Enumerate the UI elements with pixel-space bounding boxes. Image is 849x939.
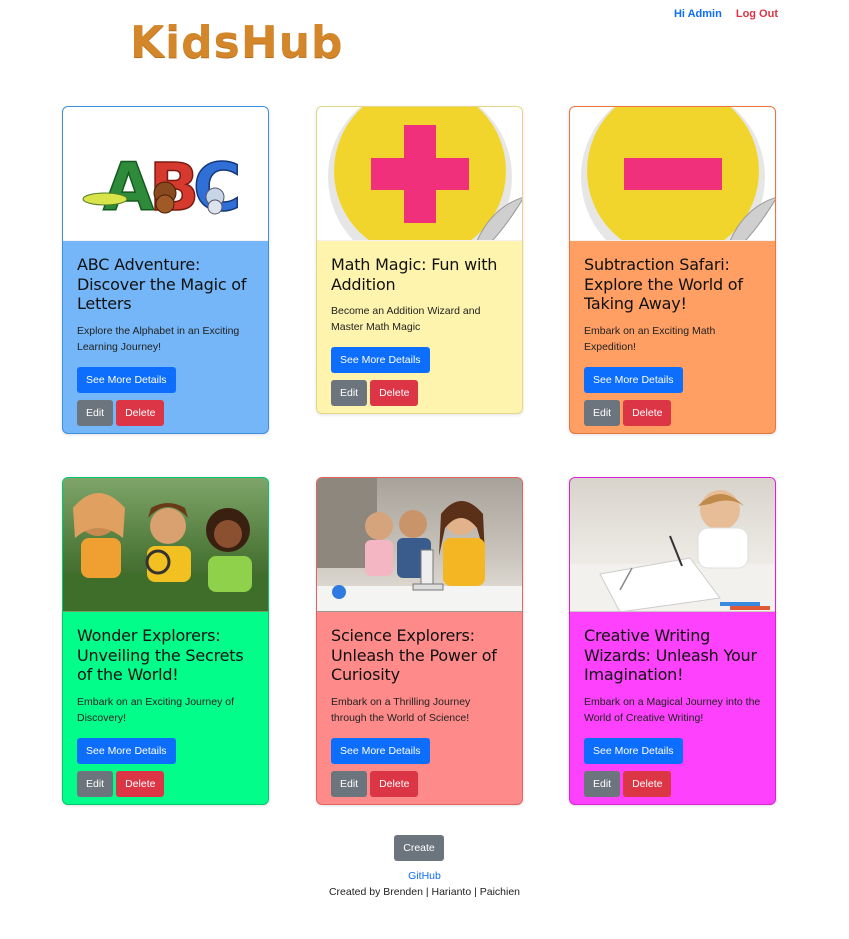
course-card: Subtraction Safari: Explore the World of… bbox=[569, 106, 776, 434]
card-description: Embark on a Magical Journey into the Wor… bbox=[584, 695, 761, 724]
card-description: Embark on an Exciting Math Expedition! bbox=[584, 324, 716, 353]
card-title: Math Magic: Fun with Addition bbox=[331, 255, 498, 294]
see-more-details-button[interactable]: See More Details bbox=[584, 737, 683, 764]
delete-button[interactable]: Delete bbox=[370, 770, 419, 797]
card-title: ABC Adventure: Discover the Magic of Let… bbox=[77, 255, 247, 313]
course-card: Science Explorers: Unleash the Power of … bbox=[316, 477, 523, 805]
abc-letters-image: A B C bbox=[63, 107, 268, 241]
card-description: Embark on a Thrilling Journey through th… bbox=[331, 695, 471, 724]
card-title: Subtraction Safari: Explore the World of… bbox=[584, 255, 743, 313]
edit-button[interactable]: Edit bbox=[331, 380, 368, 406]
card-description: Embark on an Exciting Journey of Discove… bbox=[77, 695, 234, 724]
child-drawing-photo bbox=[570, 478, 775, 612]
credits-text: Created by Brenden | Harianto | Paichien bbox=[328, 886, 521, 898]
minus-sticker-image bbox=[570, 107, 775, 241]
see-more-details-button[interactable]: See More Details bbox=[331, 737, 430, 764]
admin-greeting-link[interactable]: Hi Admin bbox=[674, 8, 722, 20]
delete-button[interactable]: Delete bbox=[623, 399, 672, 426]
edit-button[interactable]: Edit bbox=[584, 399, 621, 426]
card-description: Become an Addition Wizard and Master Mat… bbox=[331, 305, 481, 333]
edit-button[interactable]: Edit bbox=[77, 770, 114, 797]
children-microscope-photo bbox=[317, 478, 522, 612]
kidshub-logo[interactable]: KidsHub bbox=[130, 18, 344, 68]
course-card: Creative Writing Wizards: Unleash Your I… bbox=[569, 477, 776, 805]
delete-button[interactable]: Delete bbox=[623, 770, 672, 797]
card-title: Creative Writing Wizards: Unleash Your I… bbox=[584, 626, 757, 684]
see-more-details-button[interactable]: See More Details bbox=[77, 366, 176, 393]
create-button[interactable]: Create bbox=[394, 835, 444, 861]
children-magnifying-glass-photo bbox=[63, 478, 268, 612]
delete-button[interactable]: Delete bbox=[370, 380, 419, 406]
edit-button[interactable]: Edit bbox=[331, 770, 368, 797]
card-description: Explore the Alphabet in an Exciting Lear… bbox=[77, 324, 240, 353]
course-card: Wonder Explorers: Unveiling the Secrets … bbox=[62, 477, 269, 805]
svg-text:A: A bbox=[103, 149, 154, 226]
github-link[interactable]: GitHub bbox=[0, 870, 849, 882]
delete-button[interactable]: Delete bbox=[116, 770, 165, 797]
see-more-details-button[interactable]: See More Details bbox=[331, 347, 430, 373]
edit-button[interactable]: Edit bbox=[584, 770, 621, 797]
card-title: Science Explorers: Unleash the Power of … bbox=[331, 626, 497, 684]
card-title: Wonder Explorers: Unveiling the Secrets … bbox=[77, 626, 244, 684]
see-more-details-button[interactable]: See More Details bbox=[77, 737, 176, 764]
course-card: A B C ABC Adventure: Discover the Magic … bbox=[62, 106, 269, 434]
svg-text:C: C bbox=[193, 149, 241, 226]
edit-button[interactable]: Edit bbox=[77, 399, 114, 426]
course-card: Math Magic: Fun with Addition Become an … bbox=[316, 106, 523, 414]
see-more-details-button[interactable]: See More Details bbox=[584, 366, 683, 393]
delete-button[interactable]: Delete bbox=[116, 399, 165, 426]
logout-link[interactable]: Log Out bbox=[736, 8, 778, 20]
top-nav: Hi Admin Log Out bbox=[674, 8, 778, 20]
plus-sticker-image bbox=[317, 107, 522, 241]
